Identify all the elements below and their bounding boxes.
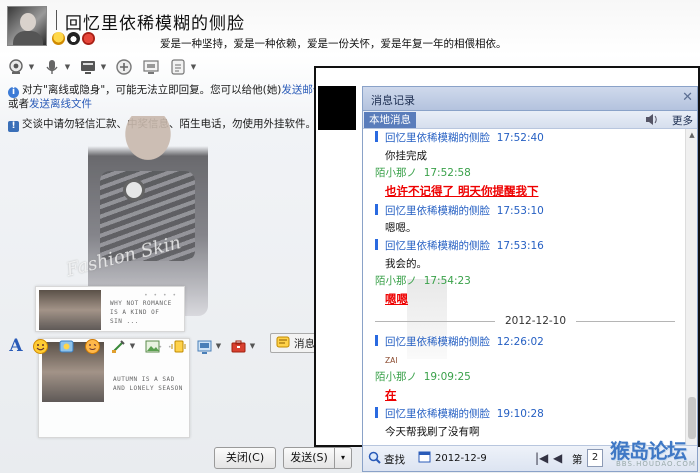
calendar-icon (418, 450, 431, 466)
speaker-icon[interactable] (645, 113, 659, 129)
message-header: 回忆里依稀模糊的侧脸 17:52:40 (375, 131, 544, 145)
function-toolbar: ▼ ▼ ▼ ▼ (6, 56, 197, 78)
screenshot-menu-caret[interactable]: ▼ (129, 336, 136, 356)
message-text: 我会的。 (385, 258, 427, 270)
chat-window: 回忆里依稀模糊的侧脸 爱是一种坚持，爱是一种依赖，爱是一份关怀，爱是年复一年的相… (0, 0, 700, 473)
first-page-button[interactable]: |◀ (535, 451, 548, 465)
wink-icon[interactable] (82, 336, 102, 356)
message-text: 嗯嗯 (385, 292, 408, 306)
app-menu-caret[interactable]: ▼ (190, 57, 197, 77)
close-button[interactable]: 关闭(C) (214, 447, 276, 469)
message-header: 回忆里依稀模糊的侧脸 12:26:02 (375, 335, 544, 349)
vip-star-icon[interactable] (52, 32, 65, 45)
message-header: 回忆里依稀模糊的侧脸 19:10:28 (375, 407, 544, 421)
prev-page-button[interactable]: ◀ (553, 451, 562, 465)
send-offline-file-link[interactable]: 发送离线文件 (29, 98, 92, 110)
skin-card-photo (39, 290, 101, 330)
font-settings-button[interactable]: A (8, 336, 24, 356)
message-header: 回忆里依稀模糊的侧脸 17:53:16 (375, 239, 544, 253)
message-history-panel: 消息记录 ✕ 本地消息 更多 回忆里依稀模糊的侧脸 17:52:40 你挂完成 … (362, 86, 698, 472)
toolbox-icon[interactable] (228, 336, 248, 356)
site-watermark: 猴岛论坛 BBS.HOUDAO.COM (608, 435, 700, 473)
message-list: 回忆里依稀模糊的侧脸 17:52:40 你挂完成 陌小那ノ 17:52:58 也… (363, 129, 685, 449)
shield-icon: ! (8, 121, 19, 132)
date-picker[interactable]: 2012-12-9 (418, 450, 487, 466)
message-text: 在 (385, 388, 397, 402)
title-caret (56, 10, 57, 30)
screen-share-icon[interactable] (78, 57, 98, 77)
message-text: 你挂完成 (385, 150, 427, 162)
dark-overlay-block (318, 86, 356, 130)
find-icon (368, 451, 381, 467)
history-subbar: 本地消息 更多 (363, 111, 697, 129)
shake-icon[interactable] (168, 336, 188, 356)
skin-card-caption: WHY NOT ROMANCE IS A KIND OF SIN ... (110, 300, 172, 325)
screen-share-menu-caret[interactable]: ▼ (100, 57, 107, 77)
find-button[interactable]: 查找 (368, 451, 405, 467)
find-label: 查找 (384, 453, 405, 466)
face-magic-icon[interactable] (56, 336, 76, 356)
message-text: 也许不记得了 明天你提醒我下 (385, 184, 539, 198)
toolbox-menu-caret[interactable]: ▼ (249, 336, 256, 356)
header-bar: 回忆里依稀模糊的侧脸 爱是一种坚持，爱是一种依赖，爱是一份关怀，爱是年复一年的相… (0, 0, 700, 56)
offline-tip-text: 对方"离线或隐身"，可能无法立即回复。您可以给他(她) (22, 84, 282, 96)
image-icon[interactable] (142, 336, 162, 356)
remote-assist-icon[interactable] (141, 57, 161, 77)
message-header: 陌小那ノ 17:54:23 (375, 275, 471, 287)
history-titlebar: 消息记录 ✕ (363, 87, 697, 111)
message-header: 陌小那ノ 17:52:58 (375, 167, 471, 179)
more-button[interactable]: 更多 (672, 113, 693, 128)
app-icon[interactable] (168, 57, 188, 77)
contact-signature: 爱是一种坚持，爱是一种依赖，爱是一份关怀，爱是年复一年的相偎相依。 (160, 38, 507, 50)
skin-card-caption: AUTUMN IS A SAD AND LONELY SEASON (113, 376, 183, 392)
skin-card-dots: • • • • (144, 292, 178, 299)
message-header: 陌小那ノ 19:09:25 (375, 371, 471, 383)
music-icon[interactable] (194, 336, 214, 356)
chat-log-icon (276, 335, 290, 352)
skin-photo-watch (123, 179, 145, 201)
page-label: 第 (572, 454, 583, 466)
watermark-subtitle: BBS.HOUDAO.COM (616, 460, 696, 468)
message-text: 嗯嗯。 (385, 222, 417, 234)
status-icons (52, 32, 95, 45)
message-text: 今天帮我刷了没有啊 (385, 426, 480, 438)
skin-card-top: • • • • WHY NOT ROMANCE IS A KIND OF SIN… (35, 286, 185, 332)
skin-background: Fashion Skin • • • • WHY NOT ROMANCE IS … (30, 116, 260, 446)
history-scrollbar[interactable]: ▲ (685, 129, 697, 449)
send-options-button[interactable]: ▾ (334, 447, 352, 469)
message-text: ZAI (385, 356, 398, 365)
screenshot-icon[interactable] (108, 336, 128, 356)
contact-name[interactable]: 回忆里依稀模糊的侧脸 (65, 9, 245, 34)
message-header: 回忆里依稀模糊的侧脸 17:53:10 (375, 204, 544, 218)
scroll-up-button[interactable]: ▲ (686, 129, 697, 141)
contact-avatar[interactable] (7, 6, 47, 46)
history-title: 消息记录 (371, 94, 415, 107)
history-close-button[interactable]: ✕ (682, 90, 693, 105)
offline-tip-or: 或者 (8, 98, 29, 110)
date-divider: 2012-12-10 (375, 315, 675, 328)
emoji-icon[interactable] (30, 336, 50, 356)
offline-tip: i 对方"离线或隐身"，可能无法立即回复。您可以给他(她)发送邮件或者发送离线文件 (8, 84, 328, 111)
send-button[interactable]: 发送(S) (283, 447, 335, 469)
music-menu-caret[interactable]: ▼ (215, 336, 222, 356)
add-member-icon[interactable] (114, 57, 134, 77)
voice-call-icon[interactable] (42, 57, 62, 77)
format-toolbar: A ▼ ▼ ▼ (8, 335, 256, 357)
page-number-input[interactable]: 2 (587, 449, 603, 467)
video-call-icon[interactable] (6, 57, 26, 77)
voice-call-menu-caret[interactable]: ▼ (64, 57, 71, 77)
tab-local-messages[interactable]: 本地消息 (364, 112, 416, 128)
date-value: 2012-12-9 (435, 452, 487, 464)
qq-penguin-icon[interactable] (67, 32, 80, 45)
level-badge-icon[interactable] (82, 32, 95, 45)
info-icon: i (8, 87, 19, 98)
video-call-menu-caret[interactable]: ▼ (28, 57, 35, 77)
scroll-thumb[interactable] (688, 397, 696, 439)
